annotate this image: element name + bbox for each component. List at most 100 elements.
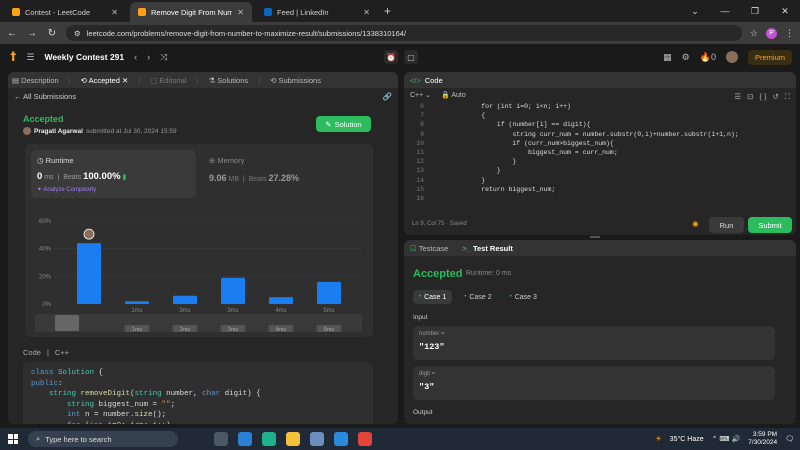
- store-icon[interactable]: [310, 432, 324, 446]
- settings-gear-icon[interactable]: ⚙: [682, 52, 690, 63]
- bookmark-icon[interactable]: ⊡: [747, 92, 753, 102]
- x-tick-label: 3ms: [179, 308, 190, 314]
- close-window-button[interactable]: ✕: [770, 6, 800, 17]
- taskbar-search[interactable]: ⌕ Type here to search: [28, 431, 178, 447]
- premium-button[interactable]: Premium: [747, 49, 792, 65]
- next-problem-icon[interactable]: ›: [147, 52, 150, 62]
- line-number: 6: [420, 103, 424, 110]
- browser-tab-strip: Contest - LeetCode ✕ Remove Digit From N…: [0, 0, 800, 22]
- new-tab-button[interactable]: +: [384, 4, 391, 18]
- browser-tab-problem[interactable]: Remove Digit From Number to ✕: [130, 2, 252, 22]
- test-runtime: Runtime: 0 ms: [466, 270, 512, 277]
- tab-title: Remove Digit From Number to: [151, 7, 233, 17]
- tab-testcase[interactable]: ☑ Testcase: [410, 244, 448, 253]
- fullscreen-icon[interactable]: ⛶: [785, 92, 790, 102]
- tray-icons[interactable]: ⌃ ⌨ 🔊: [712, 435, 741, 443]
- line-text: }: [450, 167, 501, 175]
- language-select[interactable]: C++ ⌄: [410, 91, 431, 99]
- code-line: 11 biggest_num = curr_num;: [404, 148, 796, 157]
- leetcode-favicon-icon: [138, 8, 146, 16]
- bookmark-star-icon[interactable]: ☆: [750, 28, 758, 39]
- contest-title[interactable]: Weekly Contest 291: [44, 52, 124, 62]
- minimize-button[interactable]: —: [710, 6, 740, 16]
- share-link-icon[interactable]: 🔗: [383, 92, 392, 101]
- vscode-icon[interactable]: [334, 432, 348, 446]
- task-view-icon[interactable]: [214, 432, 228, 446]
- reload-button[interactable]: ↻: [46, 28, 58, 39]
- notes-icon[interactable]: ▢: [404, 50, 418, 64]
- weather-icon[interactable]: ☀: [655, 435, 661, 443]
- close-tab-icon[interactable]: ✕: [111, 8, 118, 17]
- editor-tools: ☰ ⊡ { } ↺ ⛶: [734, 92, 790, 102]
- maximize-button[interactable]: ❐: [740, 6, 770, 17]
- tab-editorial[interactable]: ▢ Editorial: [150, 76, 186, 85]
- windows-start-icon[interactable]: [8, 434, 18, 444]
- tab-solutions[interactable]: ⚗ Solutions: [208, 76, 248, 85]
- line-number: 15: [416, 185, 424, 193]
- all-submissions-link[interactable]: ← All Submissions 🔗: [8, 88, 398, 104]
- user-avatar: [23, 127, 31, 135]
- code-line: 12 }: [404, 157, 796, 166]
- layout-icon[interactable]: ▦: [663, 52, 672, 63]
- close-tab-icon[interactable]: ✕: [363, 8, 370, 17]
- editor-status: Ln 9, Col 75 · Saved: [412, 221, 467, 227]
- chrome-icon[interactable]: [358, 432, 372, 446]
- user-avatar[interactable]: [725, 51, 738, 63]
- prev-problem-icon[interactable]: ‹: [134, 52, 137, 62]
- leetcode-navbar: ꝉ ☰ Weekly Contest 291 ‹ › ⤨ ⏰ ▢ ▦ ⚙ 🔥0 …: [0, 44, 800, 70]
- notifications-icon[interactable]: 🗨: [785, 435, 794, 443]
- clock[interactable]: 3:59 PM 7/30/2024: [748, 431, 777, 447]
- code-line: public:: [31, 379, 63, 388]
- menu-kebab-icon[interactable]: ⋮: [785, 28, 794, 39]
- mail-icon[interactable]: [238, 432, 252, 446]
- browser-tab-linkedin[interactable]: Feed | LinkedIn ✕: [256, 2, 378, 22]
- your-submission-marker: [83, 228, 95, 240]
- tab-search-icon[interactable]: ⌄: [680, 6, 710, 17]
- analyze-complexity-link[interactable]: ✦ Analyze Complexity: [37, 186, 190, 193]
- timer-icon[interactable]: ⏰: [384, 50, 398, 64]
- forward-button[interactable]: →: [26, 28, 38, 39]
- profile-avatar[interactable]: P: [766, 27, 777, 39]
- submission-info: Pragati Agarwal submitted at Jul 30, 202…: [23, 127, 177, 135]
- problem-list-icon[interactable]: ☰: [26, 52, 34, 63]
- case-tab-2[interactable]: • Case 2: [458, 290, 497, 304]
- auto-mode[interactable]: 🔒 Auto: [441, 91, 466, 99]
- test-result-panel: ☑ Testcase >_ Test Result Accepted Runti…: [404, 240, 796, 424]
- shuffle-icon[interactable]: ⤨: [160, 52, 167, 63]
- leetcode-logo-icon[interactable]: ꝉ: [10, 50, 16, 64]
- hint-bulb-icon[interactable]: ✺: [692, 220, 699, 229]
- address-bar[interactable]: ⚙ leetcode.com/problems/remove-digit-fro…: [66, 25, 742, 41]
- edge-icon[interactable]: [262, 432, 276, 446]
- y-tick-label: 20%: [39, 274, 52, 280]
- tab-accepted[interactable]: ⟲ Accepted ✕: [81, 76, 129, 85]
- runtime-box[interactable]: ◷ Runtime 0 ms | Beats 100.00% ▮ ✦ Analy…: [31, 150, 196, 198]
- windows-taskbar: ⌕ Type here to search ☀ 35°C Haze ⌃ ⌨ 🔊 …: [0, 428, 800, 450]
- panel-resize-handle[interactable]: [590, 236, 600, 238]
- close-tab-icon[interactable]: ✕: [237, 8, 244, 17]
- tab-description[interactable]: ▤ Description: [12, 76, 59, 85]
- input-number-box: number = "123": [413, 326, 775, 360]
- format-icon[interactable]: ☰: [734, 92, 741, 102]
- back-button[interactable]: ←: [6, 28, 18, 39]
- fire-streak-icon[interactable]: 🔥0: [700, 52, 716, 63]
- browser-tab-contest[interactable]: Contest - LeetCode ✕: [4, 2, 126, 22]
- post-solution-button[interactable]: ✎ Solution: [316, 116, 371, 132]
- file-explorer-icon[interactable]: [286, 432, 300, 446]
- case-tab-1[interactable]: • Case 1: [413, 290, 453, 304]
- username[interactable]: Pragati Agarwal: [34, 128, 83, 135]
- run-button[interactable]: Run: [709, 217, 744, 233]
- submit-button[interactable]: Submit: [748, 217, 792, 233]
- line-text: }: [450, 176, 486, 184]
- memory-box[interactable]: ⊕ Memory 9.06 MB | Beats 27.28%: [209, 156, 299, 183]
- site-info-icon[interactable]: ⚙: [74, 29, 81, 38]
- tab-title: Contest - LeetCode: [25, 7, 91, 17]
- y-tick-label: 60%: [39, 219, 52, 225]
- code-lines[interactable]: 6 for (int i=0; i<n; i++) 7 {8 if (number…: [404, 102, 796, 203]
- weather-text[interactable]: 35°C Haze: [670, 436, 704, 443]
- reset-icon[interactable]: ↺: [772, 92, 778, 102]
- chart-bar: [317, 281, 341, 304]
- tab-submissions[interactable]: ⟲ Submissions: [270, 76, 321, 85]
- braces-icon[interactable]: { }: [759, 92, 766, 102]
- tab-test-result[interactable]: >_ Test Result: [462, 244, 513, 253]
- case-tab-3[interactable]: • Case 3: [504, 290, 543, 304]
